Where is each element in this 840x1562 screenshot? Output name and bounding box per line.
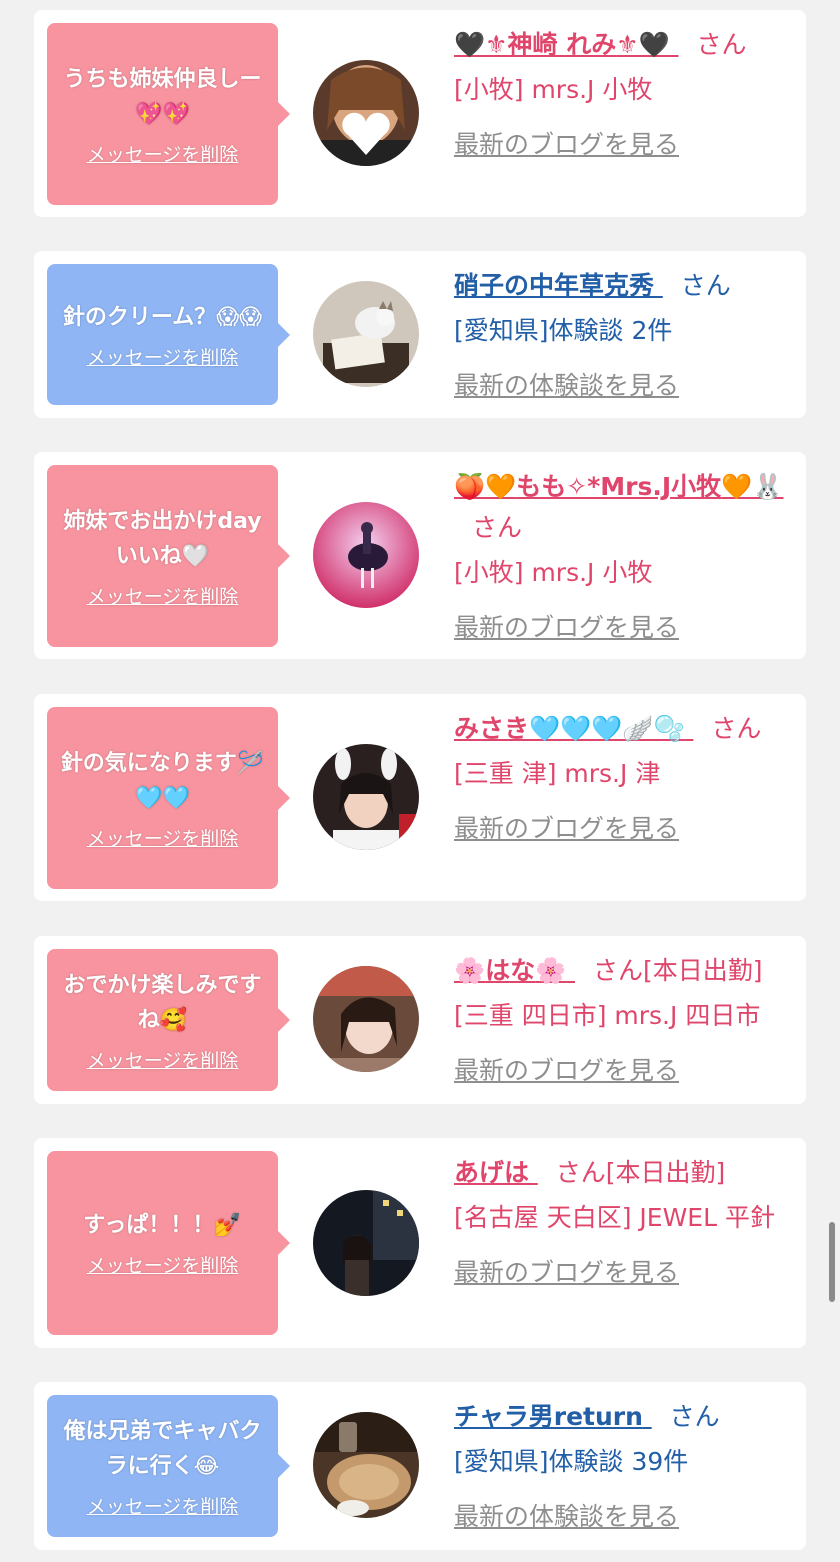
sparkle-heart-icon: 💖💖 [135, 101, 190, 127]
message-text: うちも姉妹仲良しー💖💖 [63, 66, 262, 127]
delete-message-link[interactable]: メッセージを削除 [87, 343, 239, 370]
sender-info: みさき🩵🩵🩵🪽🫧 さん [三重 津] mrs.J 津 最新のブログを見る [454, 708, 788, 849]
latest-blog-link[interactable]: 最新のブログを見る [454, 1050, 788, 1091]
message-card: 姉妹でお出かけdayいいね🤍 メッセージを削除 🍑🧡もも✧*Mrs.J小牧🧡🐰 … [34, 452, 806, 659]
message-text: 針のクリーム？😱😱 [62, 304, 263, 330]
blossom-icon: 🌸 [535, 956, 567, 985]
message-bubble: すっぱ！！！💅 メッセージを削除 [47, 1151, 290, 1335]
honorific: さん [680, 271, 731, 300]
avatar[interactable] [313, 1412, 419, 1518]
sender-info: 🍑🧡もも✧*Mrs.J小牧🧡🐰 さん [小牧] mrs.J 小牧 最新のブログを… [454, 466, 788, 648]
sender-name-link[interactable]: 🌸はな🌸 [454, 956, 575, 985]
message-bubble: 俺は兄弟でキャバクラに行く😂 メッセージを削除 [47, 1395, 290, 1537]
white-heart-icon: 🤍 [181, 543, 210, 569]
honorific: さん [593, 956, 644, 985]
message-card: うちも姉妹仲良しー💖💖 メッセージを削除 🖤⚜神崎 れみ⚜🖤 さん [小牧] m… [34, 10, 806, 217]
message-text: すっぱ！！！💅 [83, 1213, 242, 1238]
avatar[interactable] [313, 281, 419, 387]
delete-message-link[interactable]: メッセージを削除 [87, 1046, 239, 1073]
blue-heart-icon: 🩵🩵🩵🪽🫧 [529, 714, 685, 743]
sender-name-link[interactable]: 硝子の中年草克秀 [454, 271, 663, 300]
delete-message-link[interactable]: メッセージを削除 [87, 1251, 239, 1278]
shop-location: [小牧] mrs.J 小牧 [454, 75, 653, 104]
latest-blog-link[interactable]: 最新のブログを見る [454, 1252, 788, 1293]
shop-location: [小牧] mrs.J 小牧 [454, 558, 653, 587]
message-text: 姉妹でお出かけdayいいね🤍 [63, 508, 262, 569]
latest-blog-link[interactable]: 最新のブログを見る [454, 124, 788, 165]
sender-info: 🌸はな🌸 さん[本日出勤] [三重 四日市] mrs.J 四日市 最新のブログを… [454, 950, 788, 1091]
sender-info: あげは さん[本日出勤] [名古屋 天白区] JEWEL 平針 最新のブログを見… [454, 1152, 788, 1293]
status-label: [本日出勤] [605, 1158, 726, 1187]
rabbit-icon: 🧡🐰 [721, 472, 784, 501]
shop-location: [名古屋 天白区] JEWEL 平針 [454, 1203, 775, 1232]
reviewer-location: [愛知県]体験談 2件 [454, 316, 673, 345]
delete-message-link[interactable]: メッセージを削除 [87, 1492, 239, 1519]
honorific: さん [669, 1402, 720, 1431]
avatar[interactable] [313, 1190, 419, 1296]
heart-icon: ⚜🖤 [616, 30, 670, 59]
shop-location: [三重 津] mrs.J 津 [454, 759, 661, 788]
avatar[interactable] [313, 502, 419, 608]
message-card: すっぱ！！！💅 メッセージを削除 あげは さん[本日出勤] [名古屋 天白区] … [34, 1138, 806, 1348]
delete-message-link[interactable]: メッセージを削除 [87, 140, 239, 167]
blossom-icon: 🌸 [454, 956, 486, 985]
sender-info: チャラ男return さん [愛知県]体験談 39件 最新の体験談を見る [454, 1396, 788, 1537]
latest-blog-link[interactable]: 最新のブログを見る [454, 808, 788, 849]
honorific: さん [696, 30, 747, 59]
message-bubble: おでかけ楽しみですね🥰 メッセージを削除 [47, 949, 290, 1091]
honorific: さん [711, 714, 762, 743]
sender-name-link[interactable]: 🖤⚜神崎 れみ⚜🖤 [454, 30, 679, 59]
message-text: 俺は兄弟でキャバクラに行く😂 [63, 1418, 262, 1479]
sender-info: 🖤⚜神崎 れみ⚜🖤 さん [小牧] mrs.J 小牧 最新のブログを見る [454, 24, 788, 165]
honorific: さん [472, 513, 523, 542]
delete-message-link[interactable]: メッセージを削除 [87, 824, 239, 851]
sender-name-link[interactable]: 🍑🧡もも✧*Mrs.J小牧🧡🐰 [454, 472, 783, 501]
sender-name-link[interactable]: あげは [454, 1158, 538, 1187]
latest-report-link[interactable]: 最新の体験談を見る [454, 1496, 788, 1537]
status-label: [本日出勤] [643, 956, 763, 985]
message-bubble: うちも姉妹仲良しー💖💖 メッセージを削除 [47, 23, 290, 205]
message-bubble: 針のクリーム？😱😱 メッセージを削除 [47, 264, 290, 405]
nail-polish-icon: 💅 [214, 1213, 242, 1238]
message-bubble: 姉妹でお出かけdayいいね🤍 メッセージを削除 [47, 465, 290, 647]
avatar[interactable] [313, 744, 419, 850]
sender-info: 硝子の中年草克秀 さん [愛知県]体験談 2件 最新の体験談を見る [454, 265, 788, 406]
avatar[interactable] [313, 60, 419, 166]
laughing-face-icon: 😂 [193, 1453, 220, 1479]
delete-message-link[interactable]: メッセージを削除 [87, 582, 239, 609]
sender-name-link[interactable]: みさき🩵🩵🩵🪽🫧 [454, 714, 693, 743]
smiling-face-hearts-icon: 🥰 [159, 1007, 188, 1033]
shop-location: [三重 四日市] mrs.J 四日市 [454, 1001, 761, 1030]
message-card: おでかけ楽しみですね🥰 メッセージを削除 🌸はな🌸 さん[本日出勤] [三重 四… [34, 936, 806, 1104]
sender-name-link[interactable]: チャラ男return [454, 1402, 652, 1431]
scrollbar-thumb[interactable] [829, 1222, 835, 1302]
message-text: おでかけ楽しみですね🥰 [63, 972, 262, 1033]
message-feed: うちも姉妹仲良しー💖💖 メッセージを削除 🖤⚜神崎 れみ⚜🖤 さん [小牧] m… [0, 0, 840, 1562]
message-card: 俺は兄弟でキャバクラに行く😂 メッセージを削除 チャラ男return さん [愛… [34, 1382, 806, 1550]
scared-face-icon: 😱😱 [216, 304, 263, 330]
message-card: 針のクリーム？😱😱 メッセージを削除 硝子の中年草克秀 さん [愛知県]体験談 … [34, 251, 806, 418]
heart-icon: 🖤⚜ [454, 30, 508, 59]
latest-report-link[interactable]: 最新の体験談を見る [454, 365, 788, 406]
avatar[interactable] [313, 966, 419, 1072]
message-card: 針の気になります🪡🩵🩵 メッセージを削除 みさき🩵🩵🩵🪽🫧 さん [三重 津] … [34, 694, 806, 901]
honorific: さん [555, 1158, 606, 1187]
message-bubble: 針の気になります🪡🩵🩵 メッセージを削除 [47, 707, 290, 889]
reviewer-location: [愛知県]体験談 39件 [454, 1447, 689, 1476]
message-text: 針の気になります🪡🩵🩵 [60, 750, 265, 811]
latest-blog-link[interactable]: 最新のブログを見る [454, 607, 788, 648]
peach-icon: 🍑🧡 [454, 472, 517, 501]
